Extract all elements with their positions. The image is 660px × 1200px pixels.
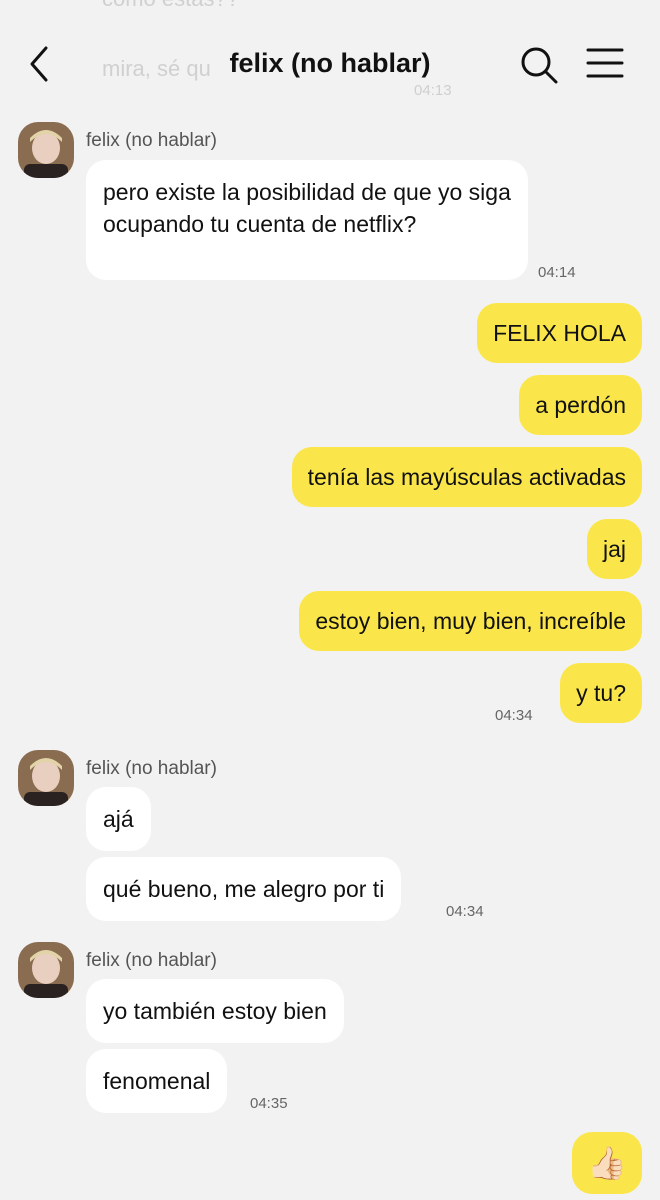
message-timestamp: 04:35 [250,1095,288,1112]
outgoing-message[interactable]: tenía las mayúsculas activadas [291,447,642,507]
message-timestamp: 04:34 [495,707,533,724]
incoming-message[interactable]: yo también estoy bien [86,979,344,1043]
chat-title: felix (no hablar) [229,48,431,78]
outgoing-message[interactable]: FELIX HOLA [477,303,642,363]
avatar-photo [18,750,74,806]
incoming-message[interactable]: ajá [86,787,151,851]
avatar-photo [18,942,74,998]
message-timestamp: 04:34 [446,903,484,920]
chevron-left-icon [30,46,48,82]
message-timestamp: 04:14 [538,264,576,281]
incoming-message[interactable]: pero existe la posibilidad de que yo sig… [86,160,528,280]
outgoing-message[interactable]: a perdón [519,375,642,435]
back-button[interactable] [22,44,56,84]
sender-name: felix (no hablar) [86,758,217,779]
hamburger-menu-icon [586,48,624,78]
outgoing-message[interactable]: estoy bien, muy bien, increíble [299,591,642,651]
contact-avatar[interactable] [18,122,74,178]
menu-button[interactable] [584,46,626,82]
outgoing-emoji-message[interactable]: 👍🏻 [572,1132,642,1194]
avatar-photo [18,122,74,178]
incoming-message[interactable]: qué bueno, me alegro por ti [86,857,402,921]
faded-message: como estas?? [102,0,239,12]
contact-avatar[interactable] [18,942,74,998]
outgoing-message[interactable]: jaj [586,519,642,579]
contact-avatar[interactable] [18,750,74,806]
incoming-message[interactable]: fenomenal [86,1049,228,1113]
search-button[interactable] [518,44,560,86]
search-icon [521,47,558,84]
sender-name: felix (no hablar) [86,130,217,151]
chat-header: felix (no hablar) [0,30,660,100]
outgoing-message[interactable]: y tu? [560,663,642,723]
sender-name: felix (no hablar) [86,950,217,971]
